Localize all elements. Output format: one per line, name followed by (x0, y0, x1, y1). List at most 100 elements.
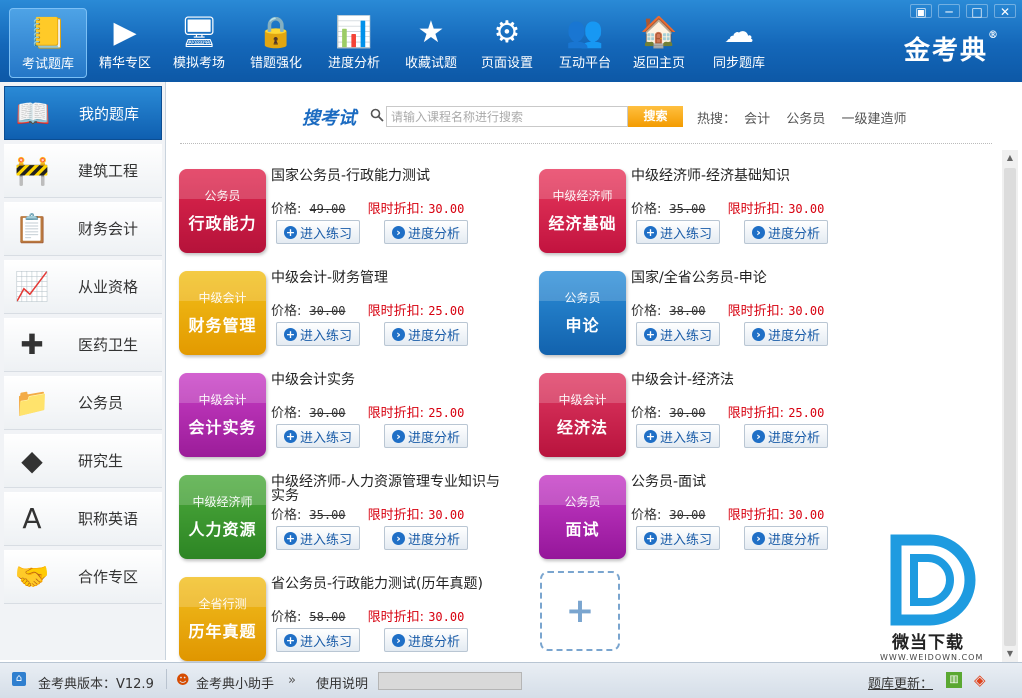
hot-term-civil-servant[interactable]: 公务员 (786, 112, 825, 127)
sidebar-item-4[interactable]: ✚ 医药卫生 (4, 318, 162, 372)
enter-practice-button[interactable]: + 进入练习 (636, 526, 720, 550)
assistant-link[interactable]: 金考典小助手 (196, 673, 274, 692)
maximize-button[interactable]: □ (966, 4, 988, 19)
original-price: 49.00 (309, 202, 346, 216)
sidebar-item-7[interactable]: A 职称英语 (4, 492, 162, 546)
course-title[interactable]: 省公务员-行政能力测试(历年真题) (271, 577, 501, 591)
course-card: 公务员 行政能力 国家公务员-行政能力测试 价格: 49.00 限时折扣: 30.… (179, 169, 509, 259)
toolbar-item-6[interactable]: ⚙ 页面设置 (468, 8, 546, 78)
course-title[interactable]: 中级经济师-经济基础知识 (631, 169, 861, 183)
course-tile[interactable]: 中级会计 财务管理 (179, 271, 266, 355)
course-title[interactable]: 中级会计-财务管理 (271, 271, 501, 285)
course-title[interactable]: 中级经济师-人力资源管理专业知识与实务 (271, 475, 501, 503)
course-title[interactable]: 中级会计-经济法 (631, 373, 861, 387)
enter-practice-button[interactable]: + 进入练习 (276, 424, 360, 448)
progress-analysis-button[interactable]: › 进度分析 (384, 220, 468, 244)
course-price: 价格: 30.00 限时折扣: 25.00 (271, 402, 464, 421)
brand-registered-mark: ® (988, 30, 1000, 41)
enter-practice-button[interactable]: + 进入练习 (636, 424, 720, 448)
sidebar-item-2[interactable]: 📋 财务会计 (4, 202, 162, 256)
document-pen-icon: 📁 (14, 386, 50, 419)
skin-button[interactable]: ▣ (910, 4, 932, 19)
course-title[interactable]: 公务员-面试 (631, 475, 861, 489)
enter-practice-button[interactable]: + 进入练习 (276, 526, 360, 550)
course-tile[interactable]: 公务员 申论 (539, 271, 626, 355)
enter-practice-label: 进入练习 (659, 328, 712, 344)
search-button[interactable]: 搜索 (628, 106, 683, 127)
toolbar-item-3[interactable]: 🔒 错题强化 (237, 8, 315, 78)
toolbar-item-0[interactable]: 📒 考试题库 (9, 8, 87, 78)
sale-price: 限时折扣: 25.00 (728, 406, 825, 421)
plus-circle-icon: + (283, 225, 297, 239)
sidebar-item-3[interactable]: 📈 从业资格 (4, 260, 162, 314)
cloud-sync-icon: ☁ (724, 14, 754, 50)
toolbar-label: 错题强化 (249, 56, 302, 71)
sidebar-item-6[interactable]: ◆ 研究生 (4, 434, 162, 488)
sale-value: 25.00 (428, 304, 465, 318)
toolbar-item-7[interactable]: 👥 互动平台 (546, 8, 624, 78)
progress-analysis-button[interactable]: › 进度分析 (384, 526, 468, 550)
double-chevron-icon[interactable]: » (288, 673, 296, 688)
toolbar-item-2[interactable]: 🖥 模拟考场 (160, 8, 238, 78)
progress-analysis-label: 进度分析 (407, 532, 460, 548)
scroll-thumb[interactable] (1004, 168, 1016, 646)
sale-value: 30.00 (788, 304, 825, 318)
tile-subject: 历年真题 (188, 622, 257, 641)
course-tile[interactable]: 公务员 行政能力 (179, 169, 266, 253)
close-button[interactable]: ✕ (994, 4, 1016, 19)
toolbar-item-5[interactable]: ★ 收藏试题 (392, 8, 470, 78)
course-price: 价格: 38.00 限时折扣: 30.00 (631, 300, 824, 319)
toolbar-item-8[interactable]: 🏠 返回主页 (620, 8, 698, 78)
enter-practice-button[interactable]: + 进入练习 (276, 628, 360, 652)
update-link[interactable]: 题库更新： (868, 673, 933, 692)
course-tile[interactable]: 中级经济师 人力资源 (179, 475, 266, 559)
toolbar-item-9[interactable]: ☁ 同步题库 (700, 8, 778, 78)
sidebar-item-1[interactable]: 🚧 建筑工程 (4, 144, 162, 198)
add-course-button[interactable]: + (540, 571, 620, 651)
toolbar-label: 进度分析 (327, 56, 380, 71)
progress-analysis-button[interactable]: › 进度分析 (384, 322, 468, 346)
price-label: 价格: (631, 508, 662, 523)
enter-practice-button[interactable]: + 进入练习 (636, 220, 720, 244)
enter-practice-button[interactable]: + 进入练习 (276, 322, 360, 346)
sidebar-item-8[interactable]: 🤝 合作专区 (4, 550, 162, 604)
chart-icon[interactable]: ▥ (946, 672, 962, 688)
guide-link[interactable]: 使用说明 (316, 673, 368, 692)
sale-price: 限时折扣: 30.00 (368, 202, 465, 217)
original-price: 35.00 (309, 508, 346, 522)
handshake-icon: 🤝 (14, 560, 50, 593)
course-tile[interactable]: 中级会计 经济法 (539, 373, 626, 457)
lock-folder-icon: 🔒 (257, 14, 295, 50)
enter-practice-button[interactable]: + 进入练习 (276, 220, 360, 244)
scroll-down-icon[interactable]: ▼ (1002, 646, 1018, 662)
progress-analysis-button[interactable]: › 进度分析 (744, 322, 828, 346)
hot-term-accounting[interactable]: 会计 (744, 112, 770, 127)
sidebar-item-5[interactable]: 📁 公务员 (4, 376, 162, 430)
sale-value: 30.00 (788, 202, 825, 216)
search-input[interactable] (386, 106, 628, 127)
progress-analysis-button[interactable]: › 进度分析 (744, 526, 828, 550)
progress-analysis-button[interactable]: › 进度分析 (384, 424, 468, 448)
course-tile[interactable]: 公务员 面试 (539, 475, 626, 559)
sale-label: 限时折扣: (727, 406, 785, 421)
hot-term-constructor[interactable]: 一级建造师 (841, 112, 906, 127)
course-title[interactable]: 中级会计实务 (271, 373, 501, 387)
toolbar-item-4[interactable]: 📊 进度分析 (315, 8, 393, 78)
tile-subject: 经济基础 (548, 214, 617, 233)
course-title[interactable]: 国家/全省公务员-申论 (631, 271, 861, 285)
course-title[interactable]: 国家公务员-行政能力测试 (271, 169, 501, 183)
progress-analysis-label: 进度分析 (407, 430, 460, 446)
course-tile[interactable]: 中级经济师 经济基础 (539, 169, 626, 253)
scroll-up-icon[interactable]: ▲ (1002, 150, 1018, 166)
progress-analysis-button[interactable]: › 进度分析 (744, 424, 828, 448)
toolbar-item-1[interactable]: ▶ 精华专区 (86, 8, 164, 78)
course-tile[interactable]: 全省行测 历年真题 (179, 577, 266, 661)
minimize-button[interactable]: ─ (938, 4, 960, 19)
progress-analysis-button[interactable]: › 进度分析 (744, 220, 828, 244)
progress-analysis-button[interactable]: › 进度分析 (384, 628, 468, 652)
scrollbar[interactable]: ▲ ▼ (1002, 150, 1018, 662)
enter-practice-button[interactable]: + 进入练习 (636, 322, 720, 346)
sidebar-item-0[interactable]: 📖 我的题库 (4, 86, 162, 140)
sync-icon[interactable]: ◈ (974, 672, 990, 688)
course-tile[interactable]: 中级会计 会计实务 (179, 373, 266, 457)
